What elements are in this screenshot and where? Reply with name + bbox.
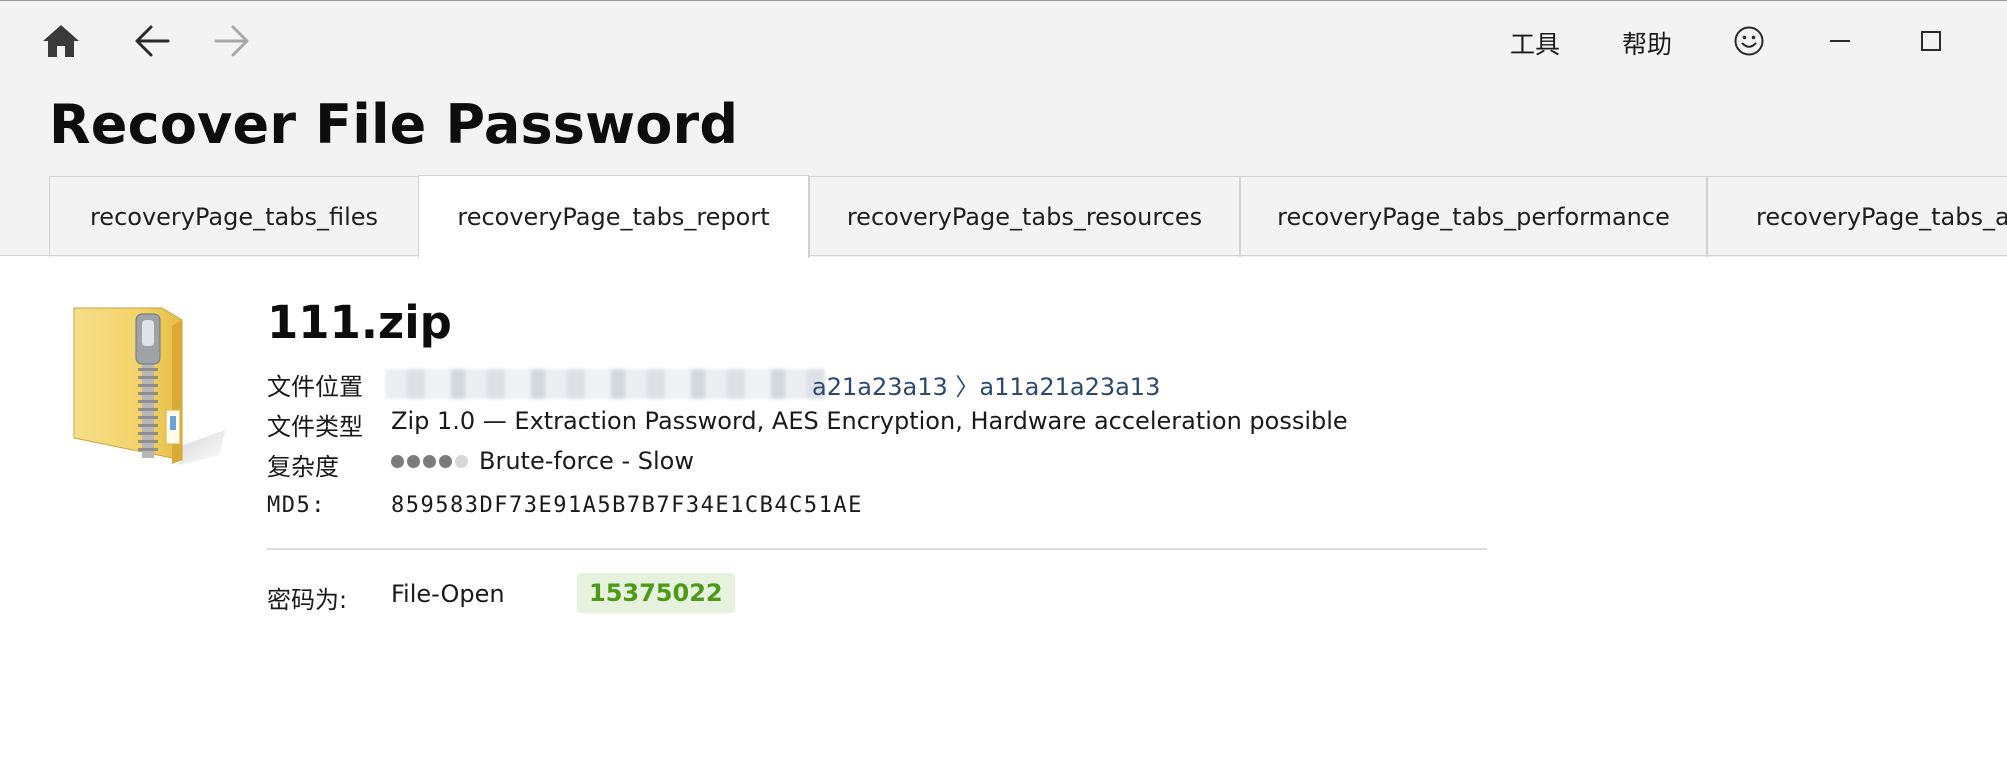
file-location-label: 文件位置	[267, 373, 363, 401]
home-icon	[43, 25, 79, 57]
menu-tools[interactable]: 工具	[1510, 25, 1560, 61]
file-type-label: 文件类型	[267, 413, 363, 441]
tab-resources[interactable]: recoveryPage_tabs_resources	[809, 176, 1240, 257]
recovered-password[interactable]: 15375022	[577, 573, 735, 613]
menu-help[interactable]: 帮助	[1622, 25, 1672, 61]
md5-label: MD5:	[267, 493, 326, 518]
complexity-value: Brute-force - Slow	[479, 447, 694, 475]
redacted-path	[385, 369, 825, 399]
complexity-dot-empty	[455, 455, 468, 468]
header-bar: 工具 帮助 Recover File Password recoveryPage…	[0, 0, 2007, 258]
arrow-right-icon	[214, 25, 249, 57]
minimize-icon	[1830, 40, 1850, 42]
section-divider	[267, 548, 1487, 550]
password-type: File-Open	[391, 580, 505, 608]
tab-attack[interactable]: recoveryPage_tabs_attack	[1707, 176, 2007, 257]
arrow-left-icon	[135, 25, 170, 57]
maximize-button[interactable]	[1903, 15, 1959, 67]
tab-files[interactable]: recoveryPage_tabs_files	[49, 176, 419, 257]
back-button[interactable]	[126, 15, 178, 67]
home-button[interactable]	[35, 15, 87, 67]
complexity-dot-filled	[407, 455, 420, 468]
complexity-dot-filled	[391, 455, 404, 468]
forward-button[interactable]	[206, 15, 258, 67]
complexity-rating	[391, 455, 468, 468]
password-label: 密码为:	[267, 586, 348, 614]
file-name: 111.zip	[267, 296, 452, 349]
tab-report[interactable]: recoveryPage_tabs_report	[418, 175, 809, 258]
maximize-icon	[1921, 31, 1941, 51]
app-window: 工具 帮助 Recover File Password recoveryPage…	[0, 0, 2007, 775]
tabs-divider	[0, 255, 2007, 256]
feedback-button[interactable]	[1721, 15, 1777, 67]
complexity-dot-filled	[439, 455, 452, 468]
file-type-value: Zip 1.0 — Extraction Password, AES Encry…	[391, 407, 1348, 435]
page-title: Recover File Password	[49, 93, 739, 156]
complexity-dot-filled	[423, 455, 436, 468]
tab-performance[interactable]: recoveryPage_tabs_performance	[1240, 176, 1707, 257]
minimize-button[interactable]	[1812, 15, 1868, 67]
zip-folder-icon	[70, 300, 230, 470]
complexity-label: 复杂度	[267, 453, 339, 481]
md5-value: 859583DF73E91A5B7B7F34E1CB4C51AE	[391, 493, 863, 518]
smiley-icon	[1734, 26, 1764, 56]
file-location-link[interactable]: a21a23a13 〉a11a21a23a13	[812, 367, 1160, 402]
active-tab-joiner	[419, 254, 808, 257]
